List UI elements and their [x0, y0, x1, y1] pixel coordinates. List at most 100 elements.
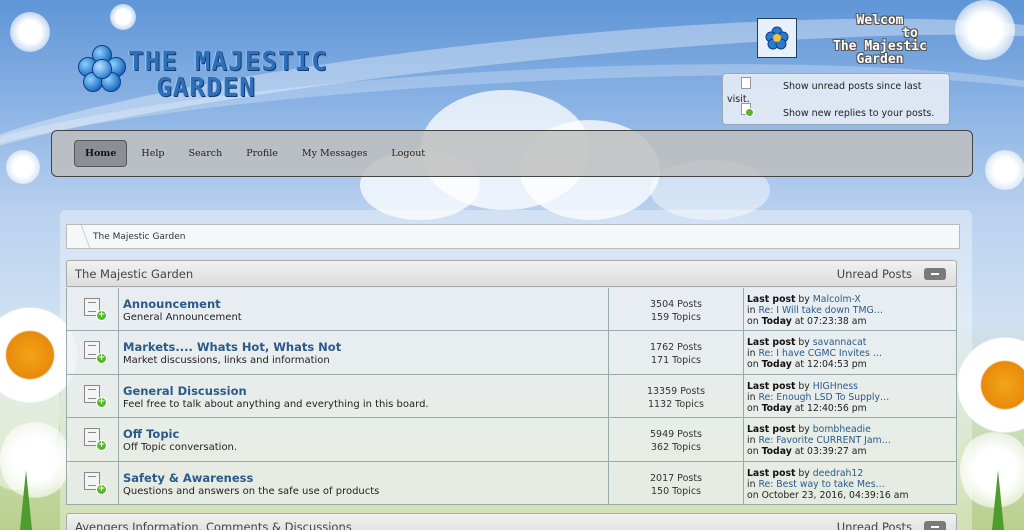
breadcrumb-item-home[interactable]: The Majestic Garden — [93, 232, 185, 242]
site-logo[interactable]: THE MAJESTIC GARDEN — [78, 45, 328, 101]
board-new-posts-icon: + — [84, 428, 107, 452]
last-post-date: Today — [761, 316, 792, 327]
board-row: + Announcement General Announcement 3504… — [66, 288, 957, 332]
last-post-by: by — [798, 380, 810, 392]
collapse-minus-icon[interactable] — [924, 267, 946, 280]
last-post-time: at 12:40:56 pm — [794, 402, 867, 414]
last-post-in: in — [747, 478, 756, 490]
nav-profile[interactable]: Profile — [236, 141, 288, 166]
board-row: + General Discussion Feel free to talk a… — [66, 374, 957, 419]
nav-search[interactable]: Search — [178, 141, 232, 166]
board-name-link[interactable]: Markets.... Whats Hot, Whats Not — [123, 340, 608, 354]
background-flower — [955, 0, 1015, 60]
last-post-in: in — [747, 391, 756, 403]
last-post-label: Last post — [747, 424, 796, 436]
last-post-label: Last post — [747, 380, 796, 392]
background-flower — [10, 12, 50, 52]
board-row: + Safety & Awareness Questions and answe… — [66, 461, 957, 505]
last-post-by: by — [798, 467, 810, 479]
nav-my-messages[interactable]: My Messages — [292, 141, 377, 166]
board-posts-count: 5949 Posts — [649, 429, 703, 441]
board-new-posts-icon: + — [84, 341, 107, 365]
board-name-link[interactable]: Off Topic — [123, 427, 608, 441]
background-flower — [110, 4, 136, 30]
welcome-line4: Garden — [856, 52, 904, 67]
board-topics-count: 159 Topics — [651, 312, 701, 323]
last-post-info: Last post by Malcolm-X in Re: I Will tak… — [744, 288, 957, 331]
last-post-on: on — [747, 316, 759, 327]
welcome-line1: Welcom — [856, 13, 904, 28]
last-post-author-link[interactable]: savannacat — [813, 337, 867, 348]
nav-help[interactable]: Help — [131, 141, 174, 166]
show-unread-posts-link[interactable]: Show unread posts since last — [783, 81, 921, 92]
last-post-info: Last post by bombheadie in Re: Favorite … — [744, 418, 957, 461]
board-list: + Announcement General Announcement 3504… — [66, 288, 957, 505]
last-post-topic-link[interactable]: Re: Best way to take Mes… — [758, 479, 884, 490]
flower-logo-icon — [78, 45, 126, 93]
last-post-author-link[interactable]: deedrah12 — [813, 468, 863, 479]
last-post-info: Last post by deedrah12 in Re: Best way t… — [744, 461, 957, 504]
collapse-minus-icon[interactable] — [924, 520, 946, 530]
last-post-date: Today — [761, 359, 792, 371]
last-post-by: by — [798, 294, 810, 305]
last-post-time: at 07:23:38 am — [794, 316, 867, 327]
last-post-topic-link[interactable]: Re: I Will take down TMG… — [758, 305, 883, 316]
background-flower — [6, 150, 40, 184]
last-post-author-link[interactable]: bombheadie — [813, 424, 871, 435]
board-name-link[interactable]: Safety & Awareness — [123, 471, 608, 485]
last-post-label: Last post — [747, 337, 796, 349]
last-post-in: in — [747, 348, 756, 360]
show-new-replies-link[interactable]: Show new replies to your posts. — [783, 108, 934, 119]
document-icon — [741, 77, 751, 89]
board-description: General Announcement — [123, 312, 242, 323]
board-posts-count: 13359 Posts — [646, 385, 706, 397]
last-post-topic-link[interactable]: Re: Enough LSD To Supply… — [758, 392, 889, 403]
last-post-time: October 23, 2016, 04:39:16 am — [761, 489, 909, 501]
document-new-icon — [741, 103, 754, 117]
board-name-link[interactable]: Announcement — [123, 297, 608, 311]
board-row: + Markets.... Whats Hot, Whats Not Marke… — [66, 331, 957, 375]
last-post-time: at 12:04:53 pm — [794, 359, 867, 371]
board-description: Feel free to talk about anything and eve… — [123, 398, 429, 410]
last-post-date: Today — [761, 446, 792, 458]
board-name-link[interactable]: General Discussion — [123, 384, 608, 398]
background-grass — [992, 470, 1004, 530]
board-new-posts-icon: + — [84, 471, 107, 495]
last-post-info: Last post by savannacat in Re: I have CG… — [744, 331, 957, 374]
unread-posts-link[interactable]: Unread Posts — [837, 267, 912, 281]
nav-home[interactable]: Home — [74, 140, 128, 167]
last-post-topic-link[interactable]: Re: Favorite CURRENT Jam… — [758, 435, 890, 446]
last-post-by: by — [798, 424, 810, 436]
board-posts-count: 3504 Posts — [649, 299, 703, 310]
main-nav: Home Help Search Profile My Messages Log… — [51, 130, 973, 177]
category-title[interactable]: The Majestic Garden — [75, 267, 193, 281]
board-topics-count: 150 Topics — [651, 485, 701, 497]
flower-avatar-icon — [765, 26, 789, 50]
welcome-message: Welcom to The Majestic Garden — [820, 14, 940, 66]
last-post-date: Today — [761, 402, 792, 414]
breadcrumb: The Majestic Garden — [66, 224, 960, 249]
last-post-author-link[interactable]: HIGHness — [813, 381, 858, 392]
category-header: Avengers Information, Comments & Discuss… — [66, 513, 957, 530]
site-title: THE MAJESTIC GARDEN — [128, 49, 328, 101]
notifications-panel: Show unread posts since last visit. Show… — [722, 73, 950, 125]
last-post-on: on — [747, 489, 759, 501]
background-flower — [985, 150, 1024, 190]
last-post-label: Last post — [747, 467, 796, 479]
last-post-label: Last post — [747, 294, 796, 305]
category-title[interactable]: Avengers Information, Comments & Discuss… — [75, 520, 352, 530]
unread-posts-link[interactable]: Unread Posts — [837, 520, 912, 530]
category-header: The Majestic Garden Unread Posts — [66, 260, 957, 287]
board-row: + Off Topic Off Topic conversation. 5949… — [66, 418, 957, 462]
board-new-posts-icon: + — [84, 384, 107, 408]
last-post-author-link[interactable]: Malcolm-X — [813, 294, 861, 305]
nav-logout[interactable]: Logout — [381, 141, 435, 166]
user-avatar[interactable] — [757, 18, 797, 58]
last-post-in: in — [747, 435, 756, 447]
board-topics-count: 171 Topics — [651, 355, 701, 367]
last-post-time: at 03:39:27 am — [794, 446, 867, 458]
last-post-on: on — [747, 402, 759, 414]
background-grass — [20, 470, 32, 530]
last-post-topic-link[interactable]: Re: I have CGMC Invites … — [758, 348, 882, 359]
board-topics-count: 1132 Topics — [647, 398, 705, 410]
